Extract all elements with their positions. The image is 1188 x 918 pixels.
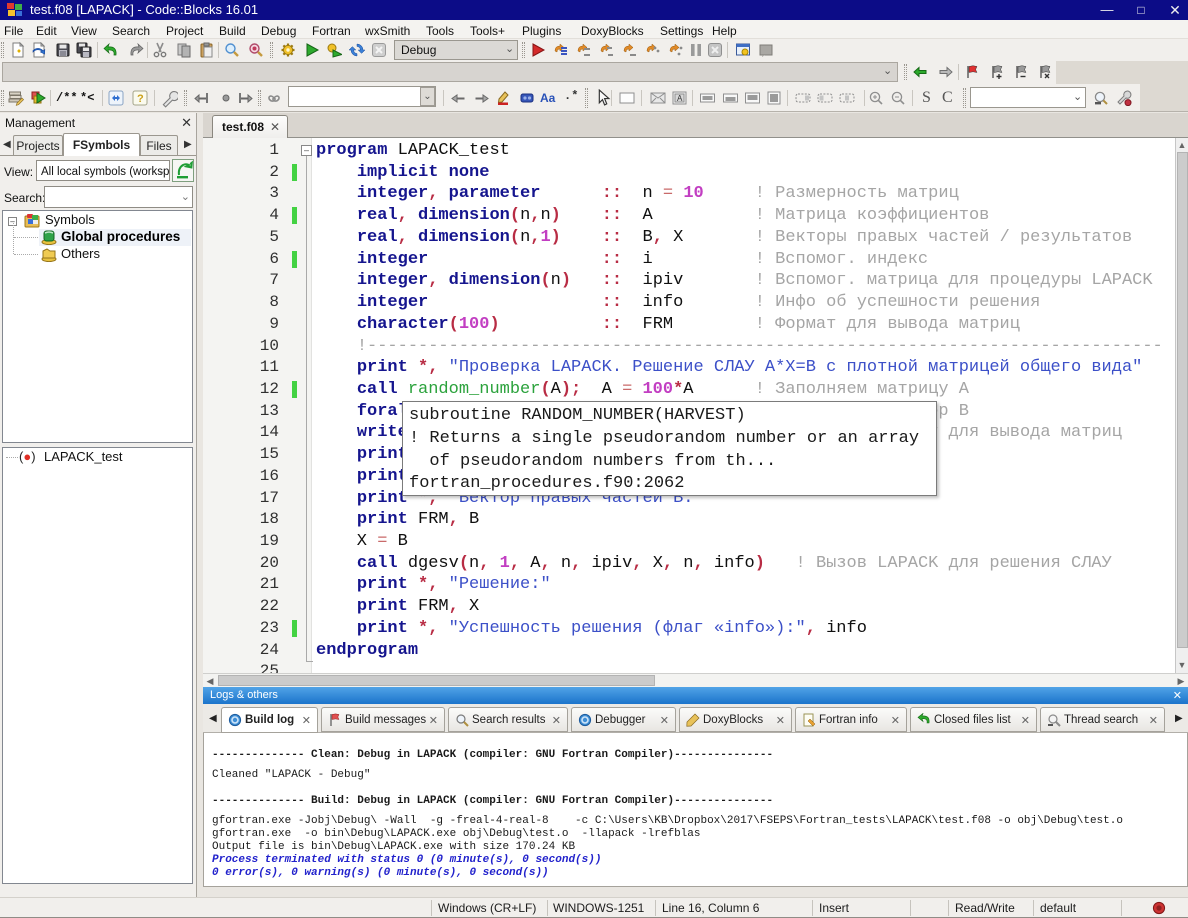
- svg-text:A: A: [677, 94, 683, 103]
- svg-text:?: ?: [137, 93, 144, 105]
